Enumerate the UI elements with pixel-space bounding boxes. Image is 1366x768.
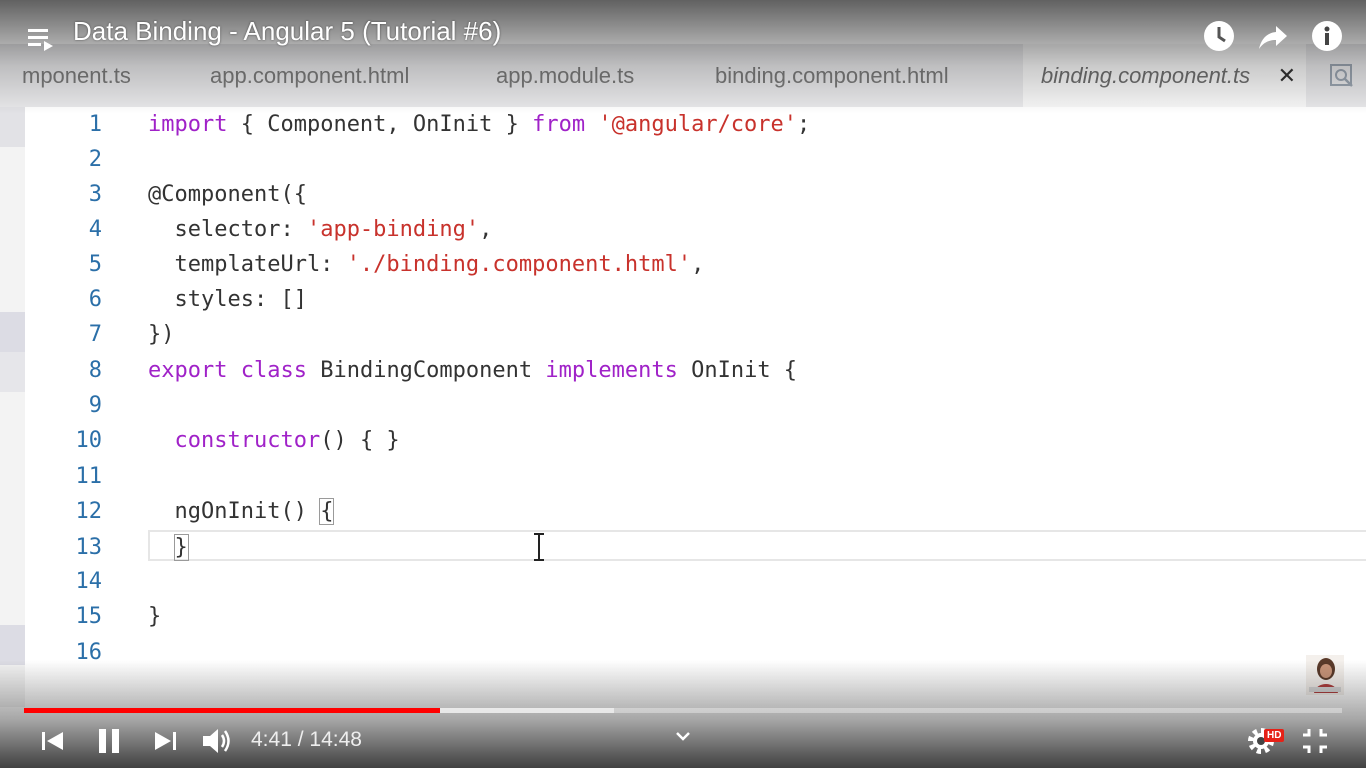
- close-icon[interactable]: ✕: [1278, 44, 1296, 108]
- current-time: 4:41: [251, 728, 292, 751]
- line-number: 1: [88, 112, 102, 137]
- tab-app-module-ts[interactable]: app.module.ts: [496, 44, 634, 107]
- line-number: 2: [88, 147, 102, 172]
- time-display: 4:41 / 14:48: [251, 728, 362, 752]
- code-line: ngOnInit() {: [148, 498, 335, 525]
- editor-tab-bar: mponent.ts app.component.html app.module…: [0, 44, 1366, 107]
- next-icon[interactable]: [148, 724, 182, 758]
- duration: 14:48: [309, 728, 362, 751]
- code-line: constructor() { }: [174, 428, 400, 453]
- tab-app-component-html[interactable]: app.component.html: [210, 44, 409, 107]
- code-line: import { Component, OnInit } from '@angu…: [148, 112, 811, 137]
- playlist-icon[interactable]: [26, 24, 54, 52]
- previous-icon[interactable]: [36, 724, 70, 758]
- hd-badge: HD: [1264, 729, 1285, 742]
- info-icon[interactable]: [1311, 20, 1343, 52]
- line-number: 10: [75, 428, 103, 453]
- watch-later-icon[interactable]: [1203, 20, 1235, 52]
- volume-icon[interactable]: [200, 724, 234, 758]
- code-line: }: [173, 534, 189, 561]
- tab-label: app.module.ts: [496, 63, 635, 88]
- line-number: 13: [75, 535, 103, 560]
- tab-component-ts[interactable]: mponent.ts: [22, 44, 141, 107]
- code-line: export class BindingComponent implements…: [148, 358, 798, 383]
- code-line: selector: 'app-binding',: [148, 217, 493, 242]
- line-number: 7: [88, 322, 102, 347]
- tab-label: binding.component.html: [715, 63, 949, 88]
- tab-label: mponent.ts: [22, 63, 131, 88]
- progress-played: [24, 708, 441, 713]
- line-number: 6: [88, 287, 102, 312]
- code-line: styles: []: [148, 287, 307, 312]
- search-editor-icon[interactable]: [1328, 62, 1356, 90]
- line-number: 5: [88, 252, 102, 277]
- line-number: 4: [88, 217, 102, 242]
- tab-binding-component-ts[interactable]: binding.component.ts ✕: [1023, 44, 1306, 107]
- line-number: 9: [88, 393, 102, 418]
- time-separator: /: [291, 728, 310, 751]
- line-number: 3: [88, 182, 102, 207]
- tab-binding-component-html[interactable]: binding.component.html: [715, 44, 949, 107]
- line-number: 8: [88, 358, 102, 383]
- text-cursor-icon: [534, 533, 544, 561]
- tab-label: binding.component.ts: [1041, 63, 1251, 88]
- share-icon[interactable]: [1257, 20, 1289, 52]
- line-number: 12: [75, 499, 103, 524]
- code-line: templateUrl: './binding.component.html',: [148, 252, 705, 277]
- tab-label: app.component.html: [210, 63, 410, 88]
- code-line: }): [148, 322, 175, 347]
- chevron-down-icon[interactable]: [666, 722, 700, 752]
- code-line: @Component({: [148, 182, 307, 207]
- video-title[interactable]: Data Binding - Angular 5 (Tutorial #6): [73, 16, 501, 47]
- line-number: 14: [75, 569, 103, 594]
- code-line: }: [148, 604, 162, 629]
- progress-bar[interactable]: [24, 708, 1342, 713]
- pause-icon[interactable]: [92, 724, 126, 758]
- line-number: 15: [75, 604, 103, 629]
- code-editor[interactable]: 1 import { Component, OnInit } from '@ang…: [0, 107, 1366, 687]
- exit-fullscreen-icon[interactable]: [1298, 724, 1332, 758]
- line-number: 11: [75, 464, 103, 489]
